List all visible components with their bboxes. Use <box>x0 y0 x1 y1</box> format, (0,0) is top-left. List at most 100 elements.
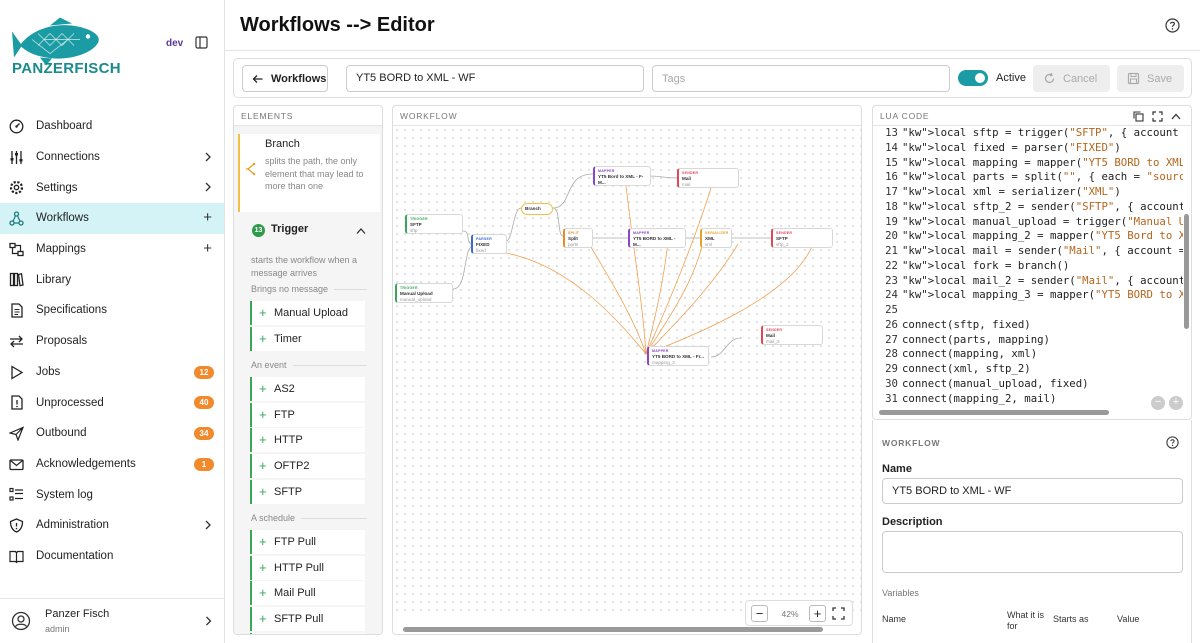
sidebar-item-mappings[interactable]: Mappings + <box>0 234 224 265</box>
chevron-up-icon[interactable] <box>1171 112 1181 121</box>
workflow-node-mapping-2[interactable]: MAPPERYT5 Bord to XML - F-M...mapping_2 <box>593 166 651 186</box>
system-log-icon <box>9 488 23 501</box>
dashboard-icon <box>9 119 24 134</box>
workflow-node-xml[interactable]: SERIALIZER XML xml <box>700 228 732 248</box>
zoom-in-button[interactable]: + <box>809 605 826 622</box>
workflow-canvas[interactable]: TRIGGER SFTP sftp PARSER FIXED fixed TRIGGER Ma… <box>393 126 861 611</box>
sidebar-item-system-log[interactable]: System log <box>0 479 224 510</box>
node-name: Branch <box>525 206 541 211</box>
add-workflows-button[interactable]: + <box>203 210 212 225</box>
workflow-node-mapping-3[interactable]: MAPPER YT5 BORD to XML - Fr... mapping_3 <box>647 346 709 366</box>
connections-icon <box>10 150 23 164</box>
elements-panel: ELEMENTS Branch splits the path, the onl… <box>233 105 383 635</box>
code-line: 17 "kw">local xml = serializer("XML") <box>873 185 1183 200</box>
sidebar-item-library[interactable]: Library <box>0 264 224 295</box>
sidebar-item-specifications[interactable]: Specifications <box>0 295 224 326</box>
back-button[interactable]: Workflows <box>242 65 328 92</box>
cancel-button[interactable]: Cancel <box>1033 65 1110 92</box>
workflow-node-sftp-2[interactable]: SENDER SFTP sftp_2 <box>771 228 833 248</box>
line-number: 15 <box>885 155 898 169</box>
brand-name: PANZERFISCH <box>12 60 121 77</box>
code-zoom-in-button[interactable]: + <box>1169 396 1183 410</box>
element-ftp[interactable]: FTP <box>250 402 365 427</box>
user-role: admin <box>45 624 70 634</box>
workflow-name-input[interactable]: YT5 BORD to XML - WF <box>346 65 644 92</box>
line-number: 24 <box>885 288 898 302</box>
proposals-icon <box>10 335 23 348</box>
workflow-node-parts[interactable]: SPLIT Split parts <box>563 228 593 248</box>
sidebar-item-proposals[interactable]: Proposals <box>0 326 224 357</box>
help-icon[interactable] <box>1166 436 1179 449</box>
branch-description: splits the path, the only element that m… <box>265 156 364 191</box>
zoom-out-button[interactable]: − <box>751 605 768 622</box>
sidebar-item-label: Connections <box>36 151 100 164</box>
workflow-node-sftp[interactable]: TRIGGER SFTP sftp <box>405 214 463 234</box>
section-label: A schedule <box>251 513 367 523</box>
element-timer[interactable]: Timer <box>250 326 365 351</box>
node-variable: sftp <box>410 227 418 233</box>
section-label: Brings no message <box>251 284 367 294</box>
element-mail-pull[interactable]: Mail Pull <box>250 581 365 606</box>
canvas-horizontal-scrollbar[interactable] <box>403 627 823 632</box>
sidebar-item-administration[interactable]: Administration <box>0 510 224 541</box>
sidebar-item-unprocessed[interactable]: Unprocessed 40 <box>0 387 224 418</box>
workflow-node-branch[interactable]: Branch <box>521 203 553 215</box>
fit-view-icon[interactable] <box>832 607 845 620</box>
workflow-node-fixed[interactable]: PARSER FIXED fixed <box>471 234 507 254</box>
element-as2[interactable]: AS2 <box>250 377 365 401</box>
sidebar-item-connections[interactable]: Connections <box>0 142 224 173</box>
zoom-level: 42% <box>781 609 799 619</box>
sidebar-item-jobs[interactable]: Jobs 12 <box>0 357 224 388</box>
sidebar-item-outbound[interactable]: Outbound 34 <box>0 418 224 449</box>
sidebar-item-settings[interactable]: Settings <box>0 172 224 203</box>
workflow-node-mail[interactable]: SENDER Mail mail <box>677 168 739 188</box>
tags-input[interactable] <box>652 65 950 92</box>
sidebar-item-workflows[interactable]: Workflows + <box>0 203 224 234</box>
element-http-pull[interactable]: HTTP Pull <box>250 555 365 580</box>
workflow-node-mapping[interactable]: MAPPERYT5 BORD to XML - M...mapping <box>628 228 686 248</box>
element-http[interactable]: HTTP <box>250 428 365 453</box>
node-variable: mapping_2 <box>598 185 647 186</box>
sidebar-item-label: Documentation <box>36 549 114 562</box>
element-sftp[interactable]: SFTP <box>250 479 365 504</box>
workflow-node-mail-2[interactable]: SENDER Mail mail_2 <box>761 325 823 345</box>
add-mappings-button[interactable]: + <box>203 241 212 256</box>
sidebar-item-dashboard[interactable]: Dashboard <box>0 111 224 142</box>
code-horizontal-scrollbar[interactable] <box>879 410 1109 415</box>
description-input[interactable] <box>882 531 1183 573</box>
save-button[interactable]: Save <box>1117 65 1184 92</box>
arrow-left-icon <box>252 75 263 83</box>
sidebar-item-label: Dashboard <box>36 120 93 133</box>
sidebar-collapse-icon[interactable] <box>195 36 208 49</box>
trigger-count-badge: 13 <box>252 224 265 237</box>
active-toggle[interactable] <box>958 70 988 86</box>
library-icon <box>9 273 24 287</box>
help-icon[interactable] <box>1165 18 1180 33</box>
trigger-group-header[interactable]: 13 Trigger <box>238 222 380 244</box>
element-ftp-pull[interactable]: FTP Pull <box>250 530 365 554</box>
element-manual-upload[interactable]: Manual Upload <box>250 301 365 325</box>
user-menu[interactable]: Panzer Fisch admin <box>0 598 224 643</box>
code-line: 18 "kw">local sftp_2 = sender("SFTP", { a… <box>873 200 1183 215</box>
code-text: "kw">local mapping_2 = mapper("YT5 Bord … <box>902 229 1183 243</box>
code-zoom-out-button[interactable]: − <box>1151 396 1165 410</box>
element-oftp2[interactable]: OFTP2 <box>250 454 365 479</box>
expand-icon[interactable] <box>1152 111 1163 122</box>
chevron-right-icon <box>205 152 211 162</box>
code-vertical-scrollbar[interactable] <box>1184 214 1189 329</box>
sidebar-item-documentation[interactable]: Documentation <box>0 541 224 572</box>
branch-element[interactable]: Branch splits the path, the only element… <box>238 134 380 212</box>
line-number: 22 <box>885 258 898 272</box>
sidebar-item-acknowledgements[interactable]: Acknowledgements 1 <box>0 449 224 480</box>
element-sftp-pull[interactable]: SFTP Pull <box>250 607 365 632</box>
element-smb-pull[interactable]: SMB Pull <box>250 632 365 634</box>
copy-icon[interactable] <box>1133 111 1144 122</box>
name-input[interactable]: YT5 BORD to XML - WF <box>882 478 1183 504</box>
elements-list: Branch splits the path, the only element… <box>234 126 382 634</box>
code-line: 28 connect(mapping, xml) <box>873 347 1183 362</box>
name-label: Name <box>882 463 912 475</box>
node-variable: mapping_3 <box>652 359 675 365</box>
workflow-node-manual-upload[interactable]: TRIGGER Manual Upload manual_upload <box>395 283 453 303</box>
lua-code-editor[interactable]: 13 "kw">local sftp = trigger("SFTP", { ac… <box>873 126 1183 410</box>
node-variable: mail <box>682 181 691 187</box>
